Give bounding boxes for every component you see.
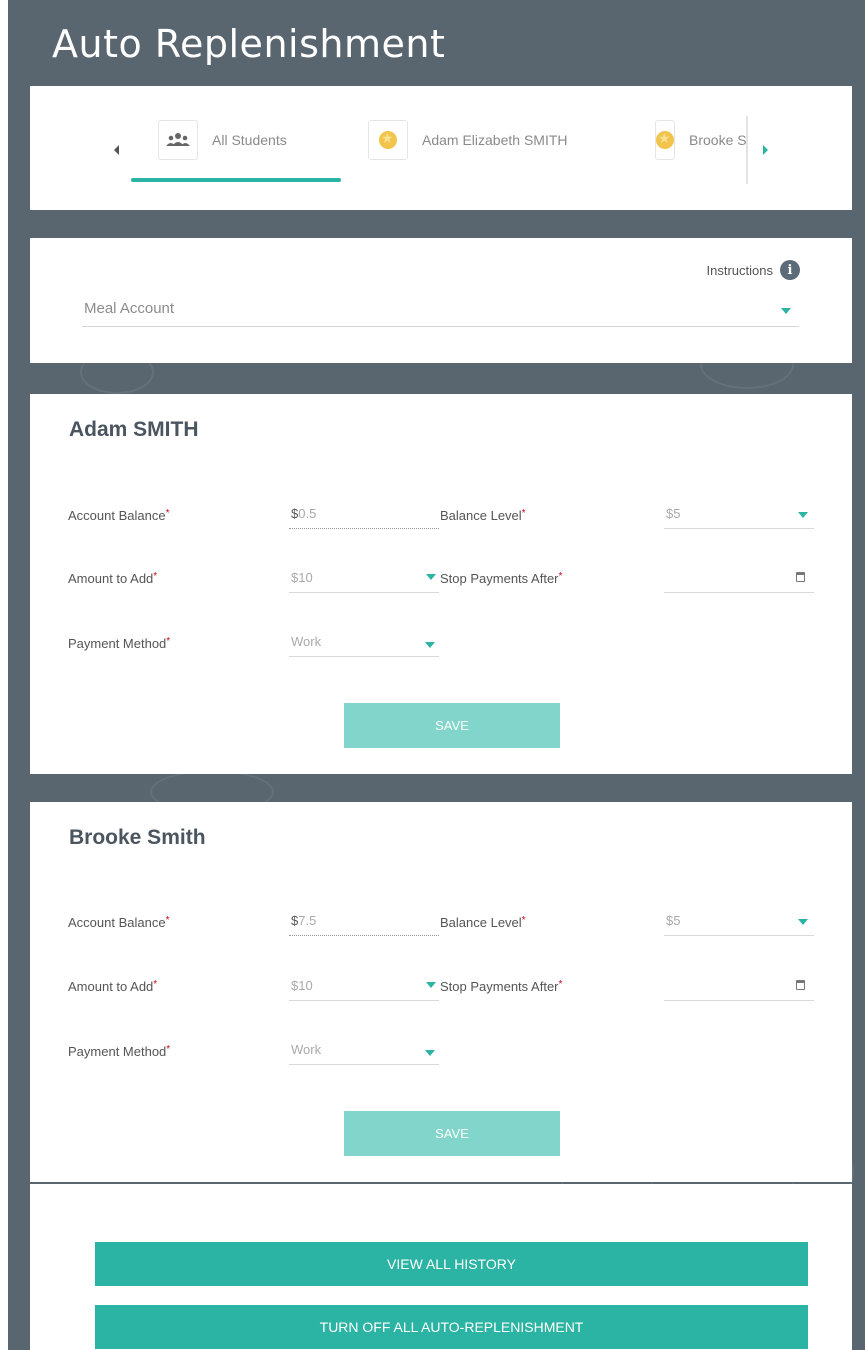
star-avatar-icon: [368, 120, 408, 160]
student-name: Adam SMITH: [69, 418, 199, 441]
payment-method-label: Payment Method*: [68, 636, 171, 651]
amount-to-add-value: $10: [291, 570, 313, 585]
account-balance-field: $0.5: [289, 500, 439, 529]
page-title: Auto Replenishment: [52, 22, 446, 66]
scroll-left-arrow-icon[interactable]: [114, 145, 119, 155]
amount-to-add-label: Amount to Add*: [68, 979, 158, 994]
account-balance-value: 0.5: [298, 506, 317, 521]
payment-method-select[interactable]: Work: [289, 1036, 439, 1065]
balance-level-select[interactable]: $5: [664, 907, 814, 936]
calendar-icon[interactable]: [796, 980, 805, 990]
amount-to-add-select[interactable]: $10: [289, 564, 439, 593]
left-edge-strip: [0, 0, 8, 1350]
student-card: Brooke Smith Account Balance* $7.5 Balan…: [30, 802, 852, 1182]
account-balance-field: $7.5: [289, 907, 439, 936]
save-button[interactable]: SAVE: [344, 703, 560, 748]
stop-payments-after-date-input[interactable]: [664, 564, 814, 593]
info-icon: i: [780, 260, 800, 280]
tab-adam-elizabeth-smith[interactable]: Adam Elizabeth SMITH: [368, 118, 568, 162]
account-balance-value: 7.5: [298, 913, 317, 928]
tab-label: All Students: [212, 132, 287, 148]
meal-account-select[interactable]: Meal Account: [82, 294, 799, 327]
payment-method-value: Work: [291, 634, 322, 649]
users-icon: [158, 120, 198, 160]
instructions-link[interactable]: Instructions i: [707, 260, 800, 280]
account-selector-panel: Instructions i Meal Account: [30, 238, 852, 363]
balance-level-value: $5: [666, 913, 681, 928]
account-balance-label: Account Balance*: [68, 915, 170, 930]
payment-method-label: Payment Method*: [68, 1044, 171, 1059]
bottom-actions-panel: VIEW ALL HISTORY TURN OFF ALL AUTO-REPLE…: [30, 1184, 852, 1350]
star-avatar-icon: [655, 120, 675, 160]
active-tab-indicator: [131, 178, 341, 182]
tab-all-students[interactable]: All Students: [158, 118, 287, 162]
student-card: Adam SMITH Account Balance* $0.5 Balance…: [30, 394, 852, 774]
stop-payments-after-date-input[interactable]: [664, 972, 814, 1001]
student-tab-bar: All Students Adam Elizabeth SMITH Brooke…: [30, 86, 852, 210]
account-balance-label: Account Balance*: [68, 508, 170, 523]
tab-label: Adam Elizabeth SMITH: [422, 132, 568, 148]
stop-payments-after-label: Stop Payments After*: [440, 571, 563, 586]
stop-payments-after-label: Stop Payments After*: [440, 979, 563, 994]
scroll-right-arrow-icon[interactable]: [763, 145, 768, 155]
balance-level-select[interactable]: $5: [664, 500, 814, 529]
amount-to-add-label: Amount to Add*: [68, 571, 158, 586]
turn-off-all-auto-replenishment-button[interactable]: TURN OFF ALL AUTO-REPLENISHMENT: [95, 1305, 808, 1349]
tab-scroll-divider: [746, 116, 748, 184]
tab-brooke-smith[interactable]: Brooke Smith: [655, 118, 748, 162]
balance-level-label: Balance Level*: [440, 508, 526, 523]
chevron-down-icon: [425, 1050, 435, 1056]
view-all-history-button[interactable]: VIEW ALL HISTORY: [95, 1242, 808, 1286]
amount-to-add-value: $10: [291, 978, 313, 993]
chevron-down-icon: [781, 308, 791, 314]
chevron-down-icon: [798, 512, 808, 518]
balance-level-value: $5: [666, 506, 681, 521]
chevron-down-icon: [798, 919, 808, 925]
save-button[interactable]: SAVE: [344, 1111, 560, 1156]
instructions-label: Instructions: [706, 262, 773, 278]
tab-label: Brooke Smith: [689, 132, 748, 148]
payment-method-value: Work: [291, 1042, 322, 1057]
meal-account-value: Meal Account: [84, 300, 175, 317]
chevron-down-icon: [425, 642, 435, 648]
chevron-down-icon: [426, 982, 436, 988]
amount-to-add-select[interactable]: $10: [289, 972, 439, 1001]
balance-level-label: Balance Level*: [440, 915, 526, 930]
app-background: Auto Replenishment All Students Adam Eli…: [0, 0, 865, 1350]
student-name: Brooke Smith: [69, 826, 206, 849]
calendar-icon[interactable]: [796, 572, 805, 582]
chevron-down-icon: [426, 574, 436, 580]
payment-method-select[interactable]: Work: [289, 628, 439, 657]
